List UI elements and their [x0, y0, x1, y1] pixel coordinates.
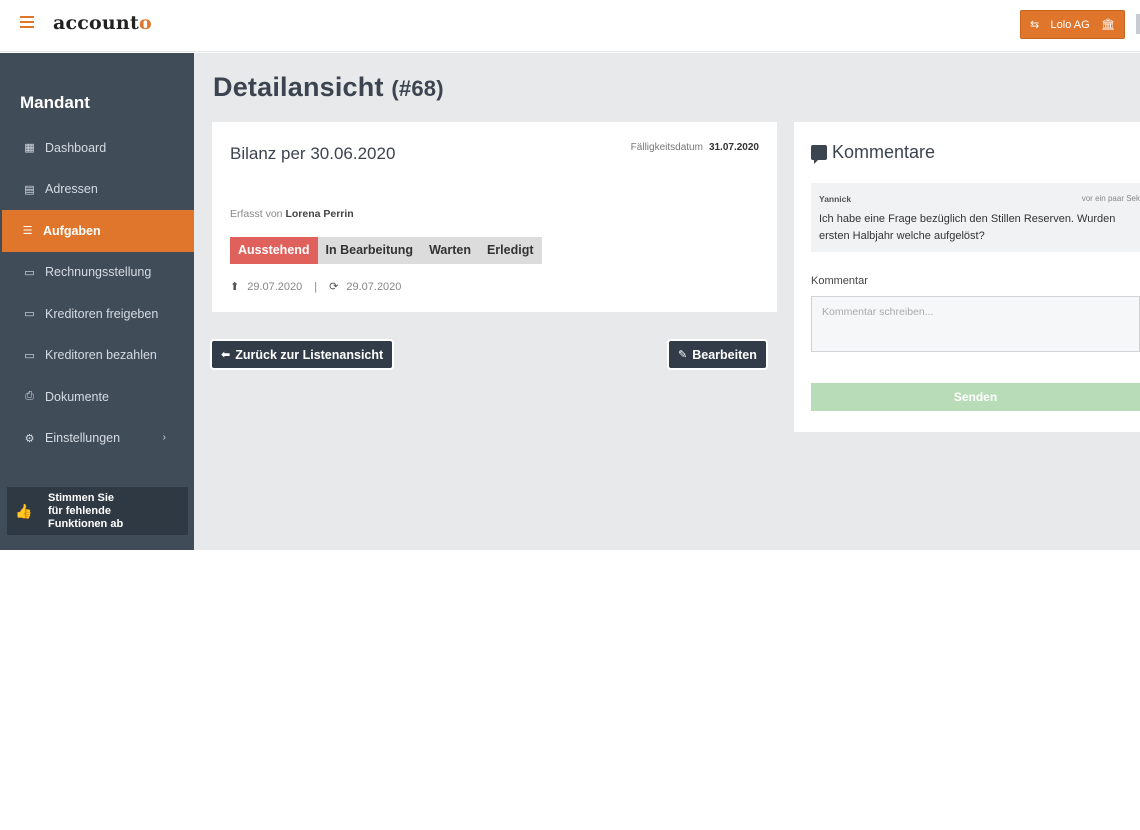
sidebar-title: Mandant — [20, 93, 90, 112]
created-date: 29.07.2020 — [247, 280, 303, 293]
sidebar-item-label: Kreditoren freigeben — [45, 306, 159, 321]
sidebar-item-kreditoren-bezahlen[interactable]: ▭ Kreditoren bezahlen — [0, 335, 194, 377]
sidebar-item-rechnungsstellung[interactable]: ▭ Rechnungsstellung — [0, 252, 194, 294]
sidebar-item-label: Einstellungen — [45, 431, 121, 446]
comment-field-label: Kommentar — [811, 275, 868, 287]
tasks-icon: ☰ — [22, 225, 33, 238]
status-in-bearbeitung[interactable]: In Bearbeitung — [317, 237, 422, 264]
sidebar-item-dokumente[interactable]: ⎙ Dokumente — [0, 376, 194, 418]
comment-time: vor ein paar Sek — [1081, 194, 1140, 203]
sidebar-item-label: Dokumente — [45, 389, 109, 404]
task-dates: ⬆ 29.07.2020 | ⟳ 29.07.2020 — [230, 280, 402, 294]
top-bar: accounto ⇆ Lolo AG 🏛 — [0, 0, 1140, 52]
credit-card-icon: ▭ — [24, 349, 35, 362]
edit-button[interactable]: ✎ Bearbeiten — [669, 341, 766, 368]
created-by: Erfasst von Lorena Perrin — [230, 208, 354, 220]
sidebar-item-label: Aufgaben — [43, 223, 101, 238]
company-label: Lolo AG — [1050, 18, 1090, 31]
status-erledigt[interactable]: Erledigt — [478, 237, 542, 264]
sidebar-item-adressen[interactable]: ▤ Adressen — [0, 169, 194, 211]
dashboard-icon: ▦ — [24, 142, 35, 155]
logo: accounto — [53, 12, 152, 34]
status-ausstehend[interactable]: Ausstehend — [230, 237, 318, 264]
switch-icon: ⇆ — [1030, 19, 1040, 31]
comment-body: Ich habe eine Frage bezüglich den Stille… — [819, 213, 1116, 242]
send-button[interactable]: Senden — [811, 383, 1140, 411]
menu-icon[interactable] — [20, 16, 34, 30]
sidebar-item-label: Adressen — [45, 182, 98, 197]
vote-features-label: Stimmen Sie für fehlende Funktionen ab — [48, 491, 124, 530]
sidebar-item-label: Rechnungsstellung — [45, 265, 152, 280]
invoice-icon: ▭ — [24, 266, 35, 279]
task-id: (#68) — [391, 76, 444, 101]
due-date: Fälligkeitsdatum 31.07.2020 — [630, 142, 759, 153]
comment-message: Yannick vor ein paar Sek Ich habe eine F… — [811, 183, 1140, 252]
vote-features-button[interactable]: 👍 Stimmen Sie für fehlende Funktionen ab — [7, 487, 188, 535]
comments-card: Kommentare Yannick vor ein paar Sek Ich … — [794, 122, 1140, 432]
comments-title: Kommentare — [811, 142, 935, 164]
main-content: Detailansicht (#68) Bilanz per 30.06.202… — [194, 53, 1140, 550]
sidebar-item-kreditoren-freigeben[interactable]: ▭ Kreditoren freigeben — [0, 293, 194, 335]
topbar-edge-control[interactable] — [1136, 14, 1140, 34]
task-card: Bilanz per 30.06.2020 Fälligkeitsdatum 31… — [212, 122, 777, 312]
task-title: Bilanz per 30.06.2020 — [230, 144, 396, 163]
pencil-icon: ✎ — [678, 349, 688, 361]
sidebar: Mandant ▦ Dashboard ▤ Adressen ☰ Aufgabe… — [0, 53, 194, 550]
arrow-left-circle-icon: ⬅ — [221, 349, 231, 361]
credit-card-icon: ▭ — [24, 308, 35, 321]
bank-icon: 🏛 — [1101, 19, 1115, 31]
sidebar-item-aufgaben[interactable]: ☰ Aufgaben — [2, 210, 194, 252]
print-icon: ⎙ — [25, 390, 34, 403]
status-warten[interactable]: Warten — [421, 237, 479, 264]
address-book-icon: ▤ — [24, 183, 35, 196]
sidebar-item-label: Kreditoren bezahlen — [45, 348, 157, 363]
gear-icon: ⚙ — [24, 432, 35, 445]
company-switcher-button[interactable]: ⇆ Lolo AG 🏛 — [1020, 10, 1125, 39]
date-separator: | — [314, 280, 318, 293]
chevron-right-icon: › — [162, 431, 166, 443]
status-toggle-group: Ausstehend In Bearbeitung Warten Erledig… — [230, 237, 542, 264]
updated-date: 29.07.2020 — [346, 280, 402, 293]
sidebar-item-label: Dashboard — [45, 140, 107, 155]
sidebar-item-einstellungen[interactable]: ⚙ Einstellungen › — [0, 418, 194, 460]
sidebar-nav: ▦ Dashboard ▤ Adressen ☰ Aufgaben ▭ Rech… — [0, 127, 194, 459]
upload-icon: ⬆ — [230, 281, 240, 293]
refresh-icon: ⟳ — [329, 281, 339, 293]
comment-icon — [811, 145, 827, 164]
created-by-name: Lorena Perrin — [285, 208, 354, 220]
comment-author: Yannick — [819, 194, 852, 204]
comment-input[interactable] — [811, 296, 1140, 352]
thumbs-up-icon: 👍 — [15, 502, 33, 519]
back-to-list-button[interactable]: ⬅ Zurück zur Listenansicht — [212, 341, 393, 368]
page-title: Detailansicht (#68) — [213, 72, 444, 102]
sidebar-item-dashboard[interactable]: ▦ Dashboard — [0, 127, 194, 169]
